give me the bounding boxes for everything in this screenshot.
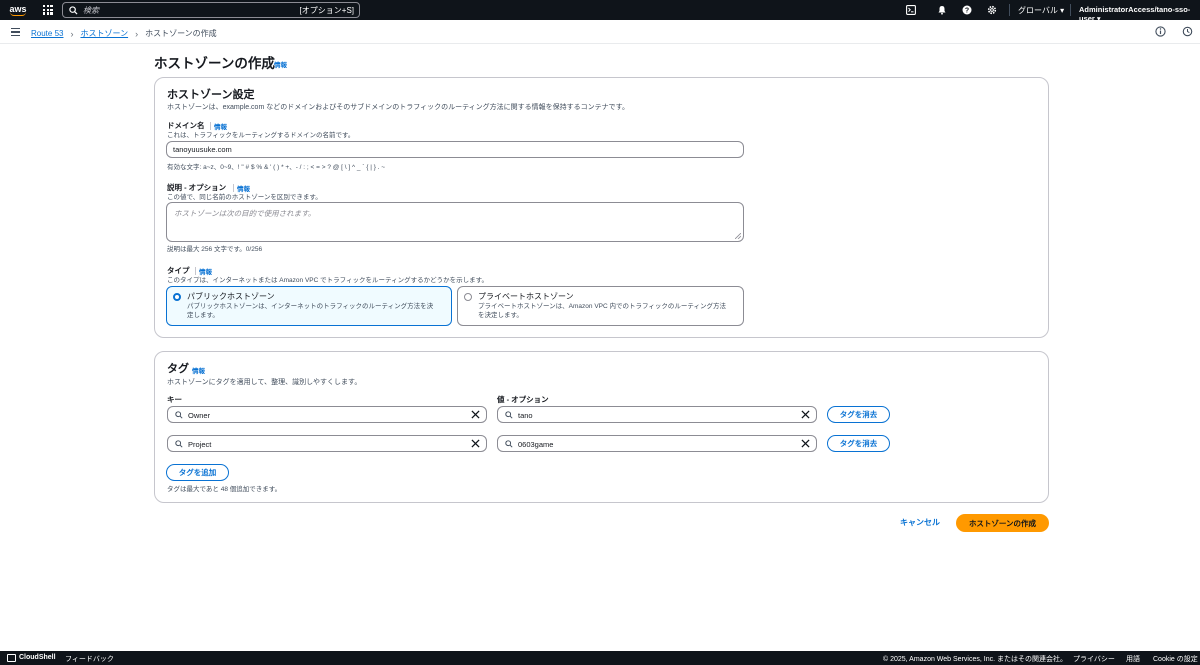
create-hosted-zone-button[interactable]: ホストゾーンの作成: [956, 514, 1049, 532]
tags-heading: タグ: [167, 363, 189, 375]
private-zone-title: プライベートホストゾーン: [478, 292, 574, 301]
tags-info-link[interactable]: 情報: [192, 365, 205, 375]
description-textarea[interactable]: ホストゾーンは次の目的で使用されます。: [166, 202, 744, 242]
tag-value-header: 値 - オプション: [497, 395, 549, 404]
cloudshell-icon[interactable]: [7, 654, 16, 662]
page-info-link[interactable]: 情報: [274, 59, 287, 69]
search-icon: [505, 440, 513, 448]
settings-description: ホストゾーンは、example.com などのドメインおよびそのサブドメインのト…: [167, 104, 629, 111]
breadcrumb-bar: Route 53 › ホストゾーン › ホストゾーンの作成: [0, 20, 1200, 44]
tag-key-value: Owner: [188, 411, 211, 420]
footer-bar: CloudShell フィードバック © 2025, Amazon Web Se…: [0, 651, 1200, 665]
search-icon: [175, 411, 183, 419]
search-icon: [69, 5, 78, 15]
region-selector[interactable]: グローバル ▾: [1018, 5, 1064, 16]
search-icon: [175, 440, 183, 448]
cloudshell-link[interactable]: CloudShell: [19, 654, 56, 661]
svg-text:?: ?: [965, 8, 969, 15]
tag-value-input[interactable]: tano: [497, 406, 817, 423]
help-icon[interactable]: ?: [960, 3, 974, 17]
nav-divider: [1070, 4, 1071, 16]
privacy-link[interactable]: プライバシー: [1073, 654, 1115, 664]
tag-key-input[interactable]: Project: [167, 435, 487, 452]
menu-hamburger-icon[interactable]: [11, 28, 20, 36]
cancel-button[interactable]: キャンセル: [900, 517, 940, 528]
feedback-link[interactable]: フィードバック: [65, 654, 114, 664]
tag-key-value: Project: [188, 440, 212, 449]
resize-handle-icon[interactable]: [735, 233, 741, 239]
terms-link[interactable]: 用語: [1126, 654, 1140, 664]
public-zone-desc: パブリックホストゾーンは、インターネットのトラフィックのルーティング方法を決 定し…: [187, 303, 434, 319]
remove-tag-button[interactable]: タグを消去: [827, 406, 890, 423]
description-placeholder: ホストゾーンは次の目的で使用されます。: [174, 209, 316, 218]
cloudshell-icon[interactable]: [904, 3, 918, 17]
cookie-settings-link[interactable]: Cookie の設定: [1153, 654, 1198, 664]
domain-name-input[interactable]: tanoyuusuke.com: [166, 141, 744, 158]
breadcrumb-hosted-zones[interactable]: ホストゾーン: [80, 28, 128, 39]
aws-logo[interactable]: aws: [7, 2, 29, 18]
chevron-right-icon: ›: [70, 28, 74, 39]
history-clock-icon[interactable]: [1182, 26, 1193, 37]
tag-value-input[interactable]: 0603game: [497, 435, 817, 452]
info-circle-icon[interactable]: [1155, 26, 1166, 37]
breadcrumb: Route 53 › ホストゾーン › ホストゾーンの作成: [31, 28, 217, 39]
copyright-text: © 2025, Amazon Web Services, Inc. またはその関…: [883, 656, 1067, 663]
hosted-zone-settings-panel: ホストゾーン設定 ホストゾーンは、example.com などのドメインおよびそ…: [154, 77, 1049, 338]
search-box[interactable]: [オプション+S]: [62, 2, 360, 18]
search-shortcut-hint: [オプション+S]: [299, 6, 354, 15]
breadcrumb-current: ホストゾーンの作成: [145, 29, 217, 38]
tags-description: ホストゾーンにタグを適用して、整理、識別しやすくします。: [167, 379, 362, 386]
public-hosted-zone-option[interactable]: パブリックホストゾーン パブリックホストゾーンは、インターネットのトラフィックの…: [166, 286, 452, 326]
private-hosted-zone-option[interactable]: プライベートホストゾーン プライベートホストゾーンは、Amazon VPC 内で…: [457, 286, 744, 326]
tag-key-input[interactable]: Owner: [167, 406, 487, 423]
nav-divider: [1009, 4, 1010, 16]
breadcrumb-route53[interactable]: Route 53: [31, 29, 63, 38]
remove-tag-button[interactable]: タグを消去: [827, 435, 890, 452]
clear-x-icon[interactable]: [801, 439, 810, 448]
search-icon: [505, 411, 513, 419]
description-constraint: 説明は最大 256 文字です。0/256: [167, 246, 263, 253]
search-input[interactable]: [83, 5, 283, 15]
private-zone-desc: プライベートホストゾーンは、Amazon VPC 内でのトラフィックのルーティン…: [478, 303, 726, 319]
radio-unselected-icon[interactable]: [464, 293, 472, 301]
domain-name-hint: これは、トラフィックをルーティングするドメインの名前です。: [167, 132, 355, 139]
tag-value-value: 0603game: [518, 440, 554, 449]
services-grid-icon[interactable]: [43, 5, 53, 15]
tag-key-header: キー: [167, 395, 182, 404]
add-tag-button[interactable]: タグを追加: [166, 464, 229, 481]
domain-name-constraint: 有効な文字: a~z、0~9、! " # $ % & ' ( ) * +、- /…: [167, 164, 386, 171]
clear-x-icon[interactable]: [471, 439, 480, 448]
type-hint: このタイプは、インターネットまたは Amazon VPC でトラフィックをルーテ…: [167, 277, 488, 284]
tags-panel: タグ 情報 ホストゾーンにタグを適用して、整理、識別しやすくします。 キー 値 …: [154, 351, 1049, 503]
notifications-bell-icon[interactable]: [935, 3, 949, 17]
settings-gear-icon[interactable]: [985, 3, 999, 17]
clear-x-icon[interactable]: [801, 410, 810, 419]
public-zone-title: パブリックホストゾーン: [187, 292, 275, 301]
clear-x-icon[interactable]: [471, 410, 480, 419]
top-navigation: aws [オプション+S] ? グローバル ▾ AdministratorAcc…: [0, 0, 1200, 23]
page-title: ホストゾーンの作成: [154, 56, 275, 71]
description-hint: この値で、同じ名前のホストゾーンを区別できます。: [167, 194, 322, 201]
tag-value-value: tano: [518, 411, 533, 420]
chevron-right-icon: ›: [135, 28, 139, 39]
radio-selected-icon[interactable]: [173, 293, 181, 301]
tags-limit-hint: タグは最大であと 48 個追加できます。: [167, 486, 282, 493]
settings-heading: ホストゾーン設定: [167, 89, 255, 101]
aws-logo-smile: [10, 12, 26, 16]
